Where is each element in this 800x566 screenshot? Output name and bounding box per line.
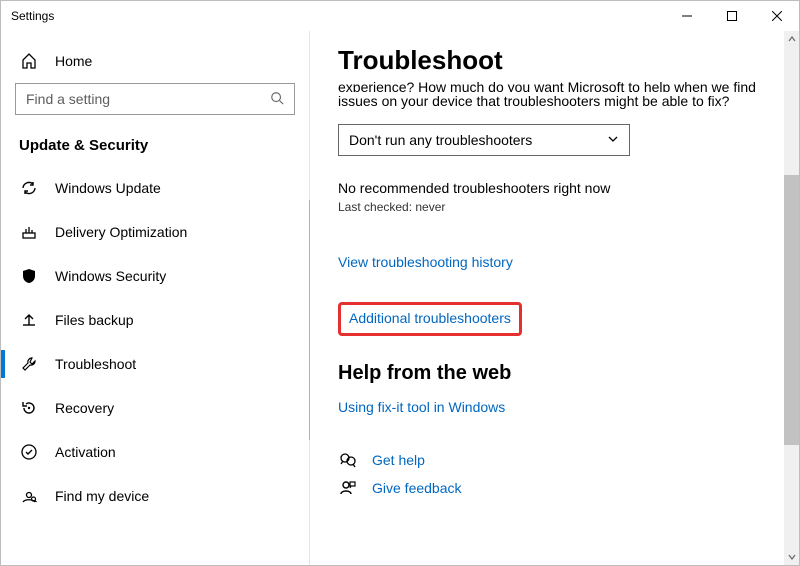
search-placeholder: Find a setting <box>26 91 110 107</box>
sidebar-item-label: Files backup <box>55 312 134 328</box>
sync-icon <box>19 179 39 197</box>
search-wrap: Find a setting <box>1 79 309 129</box>
main-content: Troubleshoot experience? How much do you… <box>310 31 799 565</box>
scroll-up-arrow[interactable] <box>784 31 799 47</box>
window-controls <box>664 1 799 31</box>
recommended-status: No recommended troubleshooters right now <box>338 180 771 196</box>
minimize-button[interactable] <box>664 1 709 31</box>
sidebar-nav: Windows Update Delivery Optimization Win… <box>1 166 309 565</box>
vertical-scrollbar[interactable] <box>784 31 799 565</box>
troubleshooter-preference-dropdown[interactable]: Don't run any troubleshooters <box>338 124 630 156</box>
sidebar-item-delivery-optimization[interactable]: Delivery Optimization <box>1 210 309 254</box>
sidebar-item-files-backup[interactable]: Files backup <box>1 298 309 342</box>
home-icon <box>19 53 39 69</box>
recovery-icon <box>19 399 39 417</box>
sidebar-item-recovery[interactable]: Recovery <box>1 386 309 430</box>
additional-troubleshooters-highlight: Additional troubleshooters <box>338 302 522 336</box>
home-label: Home <box>55 53 92 69</box>
sidebar: Home Find a setting Update & Security Wi… <box>1 31 310 565</box>
window-title: Settings <box>11 9 54 23</box>
sidebar-item-troubleshoot[interactable]: Troubleshoot <box>1 342 309 386</box>
maximize-button[interactable] <box>709 1 754 31</box>
backup-icon <box>19 311 39 329</box>
additional-troubleshooters-link[interactable]: Additional troubleshooters <box>349 310 511 326</box>
window-body: Home Find a setting Update & Security Wi… <box>1 31 799 565</box>
page-title: Troubleshoot <box>338 45 771 76</box>
sidebar-item-label: Windows Update <box>55 180 161 196</box>
settings-window: Settings Home Find a sett <box>0 0 800 566</box>
sidebar-item-label: Recovery <box>55 400 114 416</box>
search-input[interactable]: Find a setting <box>15 83 295 115</box>
give-feedback-link[interactable]: Give feedback <box>372 480 462 496</box>
activation-icon <box>19 443 39 461</box>
titlebar: Settings <box>1 1 799 31</box>
shield-icon <box>19 267 39 285</box>
sidebar-item-label: Troubleshoot <box>55 356 136 372</box>
get-help-link[interactable]: Get help <box>372 452 425 468</box>
home-nav[interactable]: Home <box>1 43 309 79</box>
feedback-icon <box>338 479 358 497</box>
give-feedback-row[interactable]: Give feedback <box>338 479 771 497</box>
help-weblink[interactable]: Using fix-it tool in Windows <box>338 399 505 415</box>
sidebar-section-heading: Update & Security <box>1 129 309 166</box>
scroll-down-arrow[interactable] <box>784 549 799 565</box>
last-checked: Last checked: never <box>338 200 771 214</box>
intro-text: experience? How much do you want Microso… <box>338 82 771 112</box>
sidebar-item-label: Activation <box>55 444 116 460</box>
sidebar-item-label: Windows Security <box>55 268 166 284</box>
footer-links: Get help Give feedback <box>338 451 771 497</box>
delivery-icon <box>19 223 39 241</box>
find-device-icon <box>19 487 39 505</box>
sidebar-item-label: Delivery Optimization <box>55 224 187 240</box>
close-button[interactable] <box>754 1 799 31</box>
dropdown-value: Don't run any troubleshooters <box>349 132 532 148</box>
view-history-link[interactable]: View troubleshooting history <box>338 254 513 270</box>
help-heading: Help from the web <box>338 362 771 385</box>
chevron-down-icon <box>607 132 619 148</box>
get-help-row[interactable]: Get help <box>338 451 771 469</box>
wrench-icon <box>19 355 39 373</box>
get-help-icon <box>338 451 358 469</box>
sidebar-item-windows-security[interactable]: Windows Security <box>1 254 309 298</box>
sidebar-scroll-indicator <box>309 200 310 440</box>
scroll-thumb[interactable] <box>784 175 799 445</box>
intro-text-line: issues on your device that troubleshoote… <box>338 92 771 112</box>
sidebar-item-find-my-device[interactable]: Find my device <box>1 474 309 518</box>
search-icon <box>270 91 284 108</box>
sidebar-item-activation[interactable]: Activation <box>1 430 309 474</box>
truncated-text-line: experience? How much do you want Microso… <box>338 82 756 92</box>
sidebar-item-label: Find my device <box>55 488 149 504</box>
sidebar-item-windows-update[interactable]: Windows Update <box>1 166 309 210</box>
scroll-track[interactable] <box>784 47 799 549</box>
